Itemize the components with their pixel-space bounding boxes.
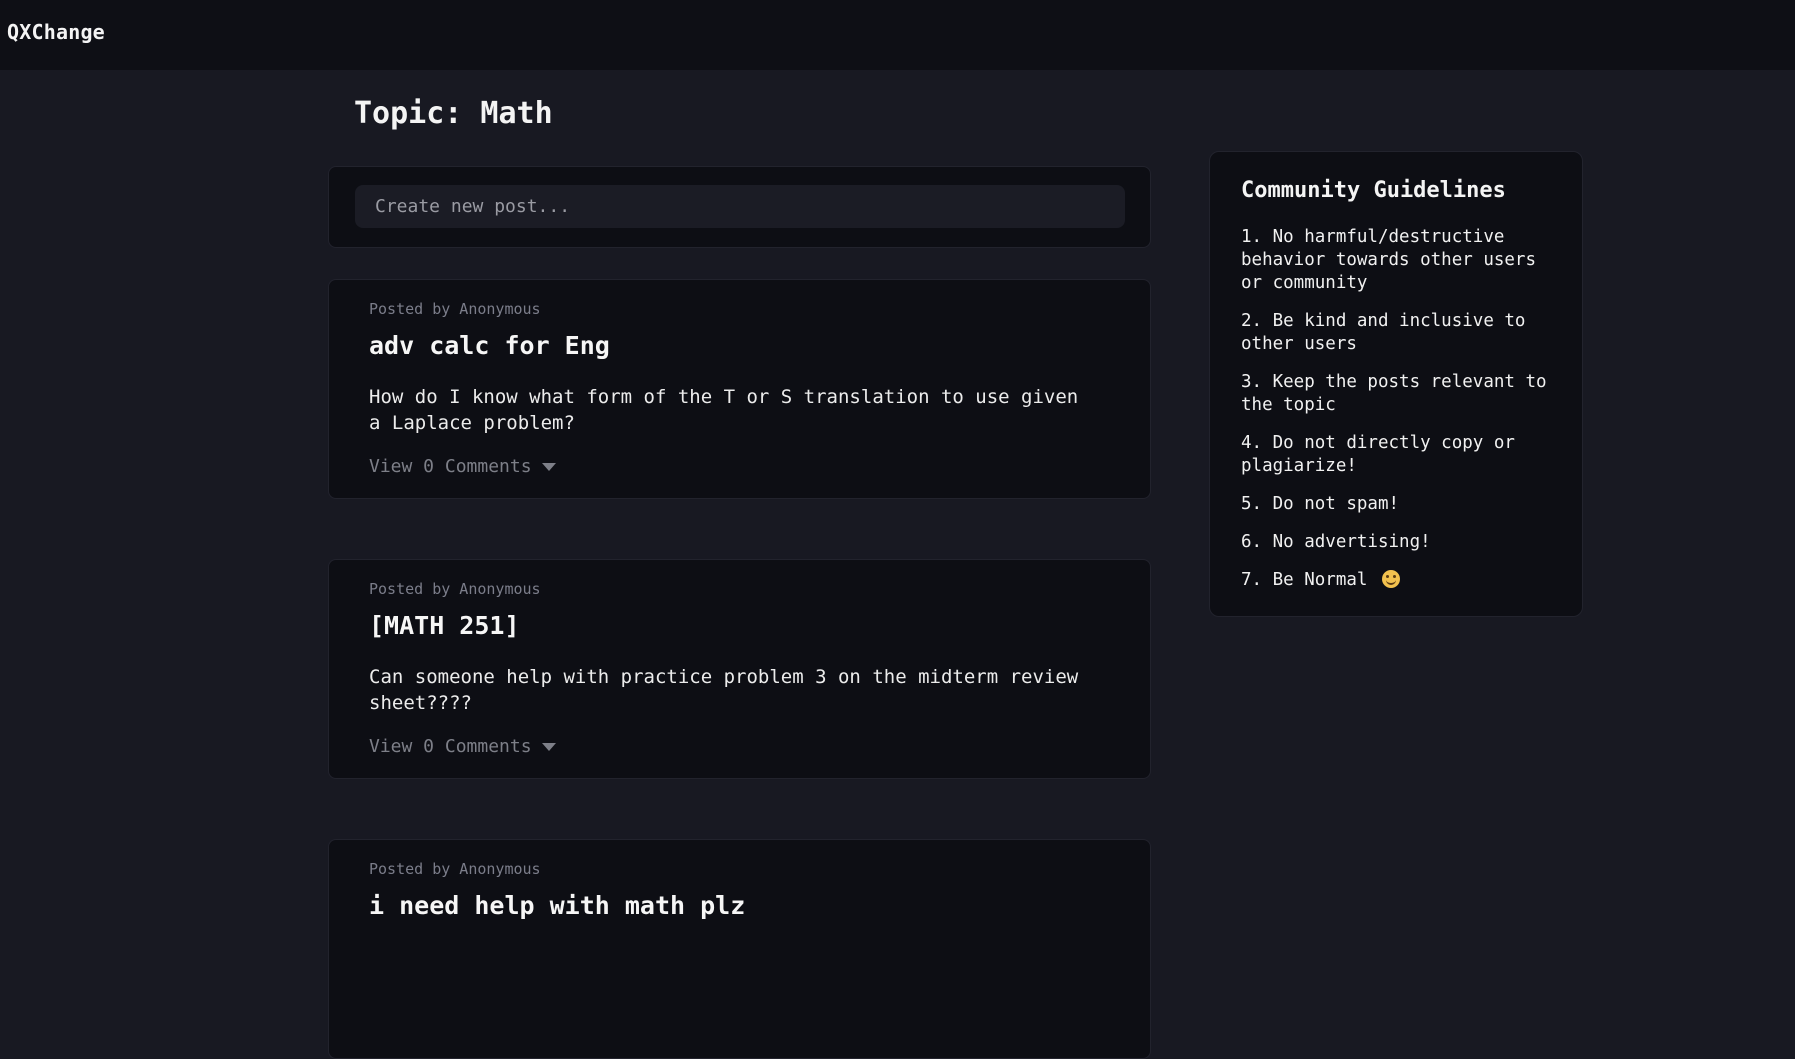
- guideline-item: 2. Be kind and inclusive to other users: [1241, 311, 1526, 354]
- view-comments-label: View 0 Comments: [369, 456, 532, 477]
- post-title[interactable]: adv calc for Eng: [369, 331, 610, 360]
- view-comments-label: View 0 Comments: [369, 736, 532, 757]
- page-title: Topic: Math: [354, 96, 553, 131]
- guideline-item-text: 7. Be Normal: [1241, 570, 1368, 590]
- view-comments-toggle[interactable]: View 0 Comments: [369, 456, 556, 477]
- post-author: Posted by Anonymous: [369, 860, 541, 878]
- brand-logo-text[interactable]: QXChange: [7, 20, 105, 44]
- guidelines-list: 1. No harmful/destructive behavior towar…: [1241, 226, 1561, 607]
- chevron-down-icon: [541, 742, 556, 751]
- guideline-item: 3. Keep the posts relevant to the topic: [1241, 372, 1547, 415]
- post-card[interactable]: Posted by Anonymous [MATH 251] Can someo…: [328, 559, 1151, 779]
- post-title[interactable]: [MATH 251]: [369, 611, 520, 640]
- guideline-item: 5. Do not spam!: [1241, 494, 1400, 514]
- post-title[interactable]: i need help with math plz: [369, 891, 745, 920]
- guideline-item: 4. Do not directly copy or plagiarize!: [1241, 433, 1515, 476]
- chevron-down-icon: [541, 462, 556, 471]
- new-post-card: [328, 166, 1151, 248]
- smile-emoji-icon: [1381, 570, 1400, 588]
- guideline-item: 6. No advertising!: [1241, 532, 1431, 552]
- post-body: Can someone help with practice problem 3…: [369, 666, 1079, 714]
- post-card[interactable]: Posted by Anonymous adv calc for Eng How…: [328, 279, 1151, 499]
- post-author: Posted by Anonymous: [369, 300, 541, 318]
- guideline-item: 7. Be Normal: [1241, 569, 1561, 592]
- post-author: Posted by Anonymous: [369, 580, 541, 598]
- community-guidelines-panel: Community Guidelines 1. No harmful/destr…: [1209, 151, 1583, 617]
- view-comments-toggle[interactable]: View 0 Comments: [369, 736, 556, 757]
- post-card[interactable]: Posted by Anonymous i need help with mat…: [328, 839, 1151, 1059]
- create-post-input[interactable]: [355, 185, 1125, 228]
- top-navbar: QXChange: [0, 0, 1795, 70]
- guideline-item: 1. No harmful/destructive behavior towar…: [1241, 227, 1537, 293]
- post-body: How do I know what form of the T or S tr…: [369, 386, 1079, 434]
- guidelines-title: Community Guidelines: [1241, 178, 1506, 203]
